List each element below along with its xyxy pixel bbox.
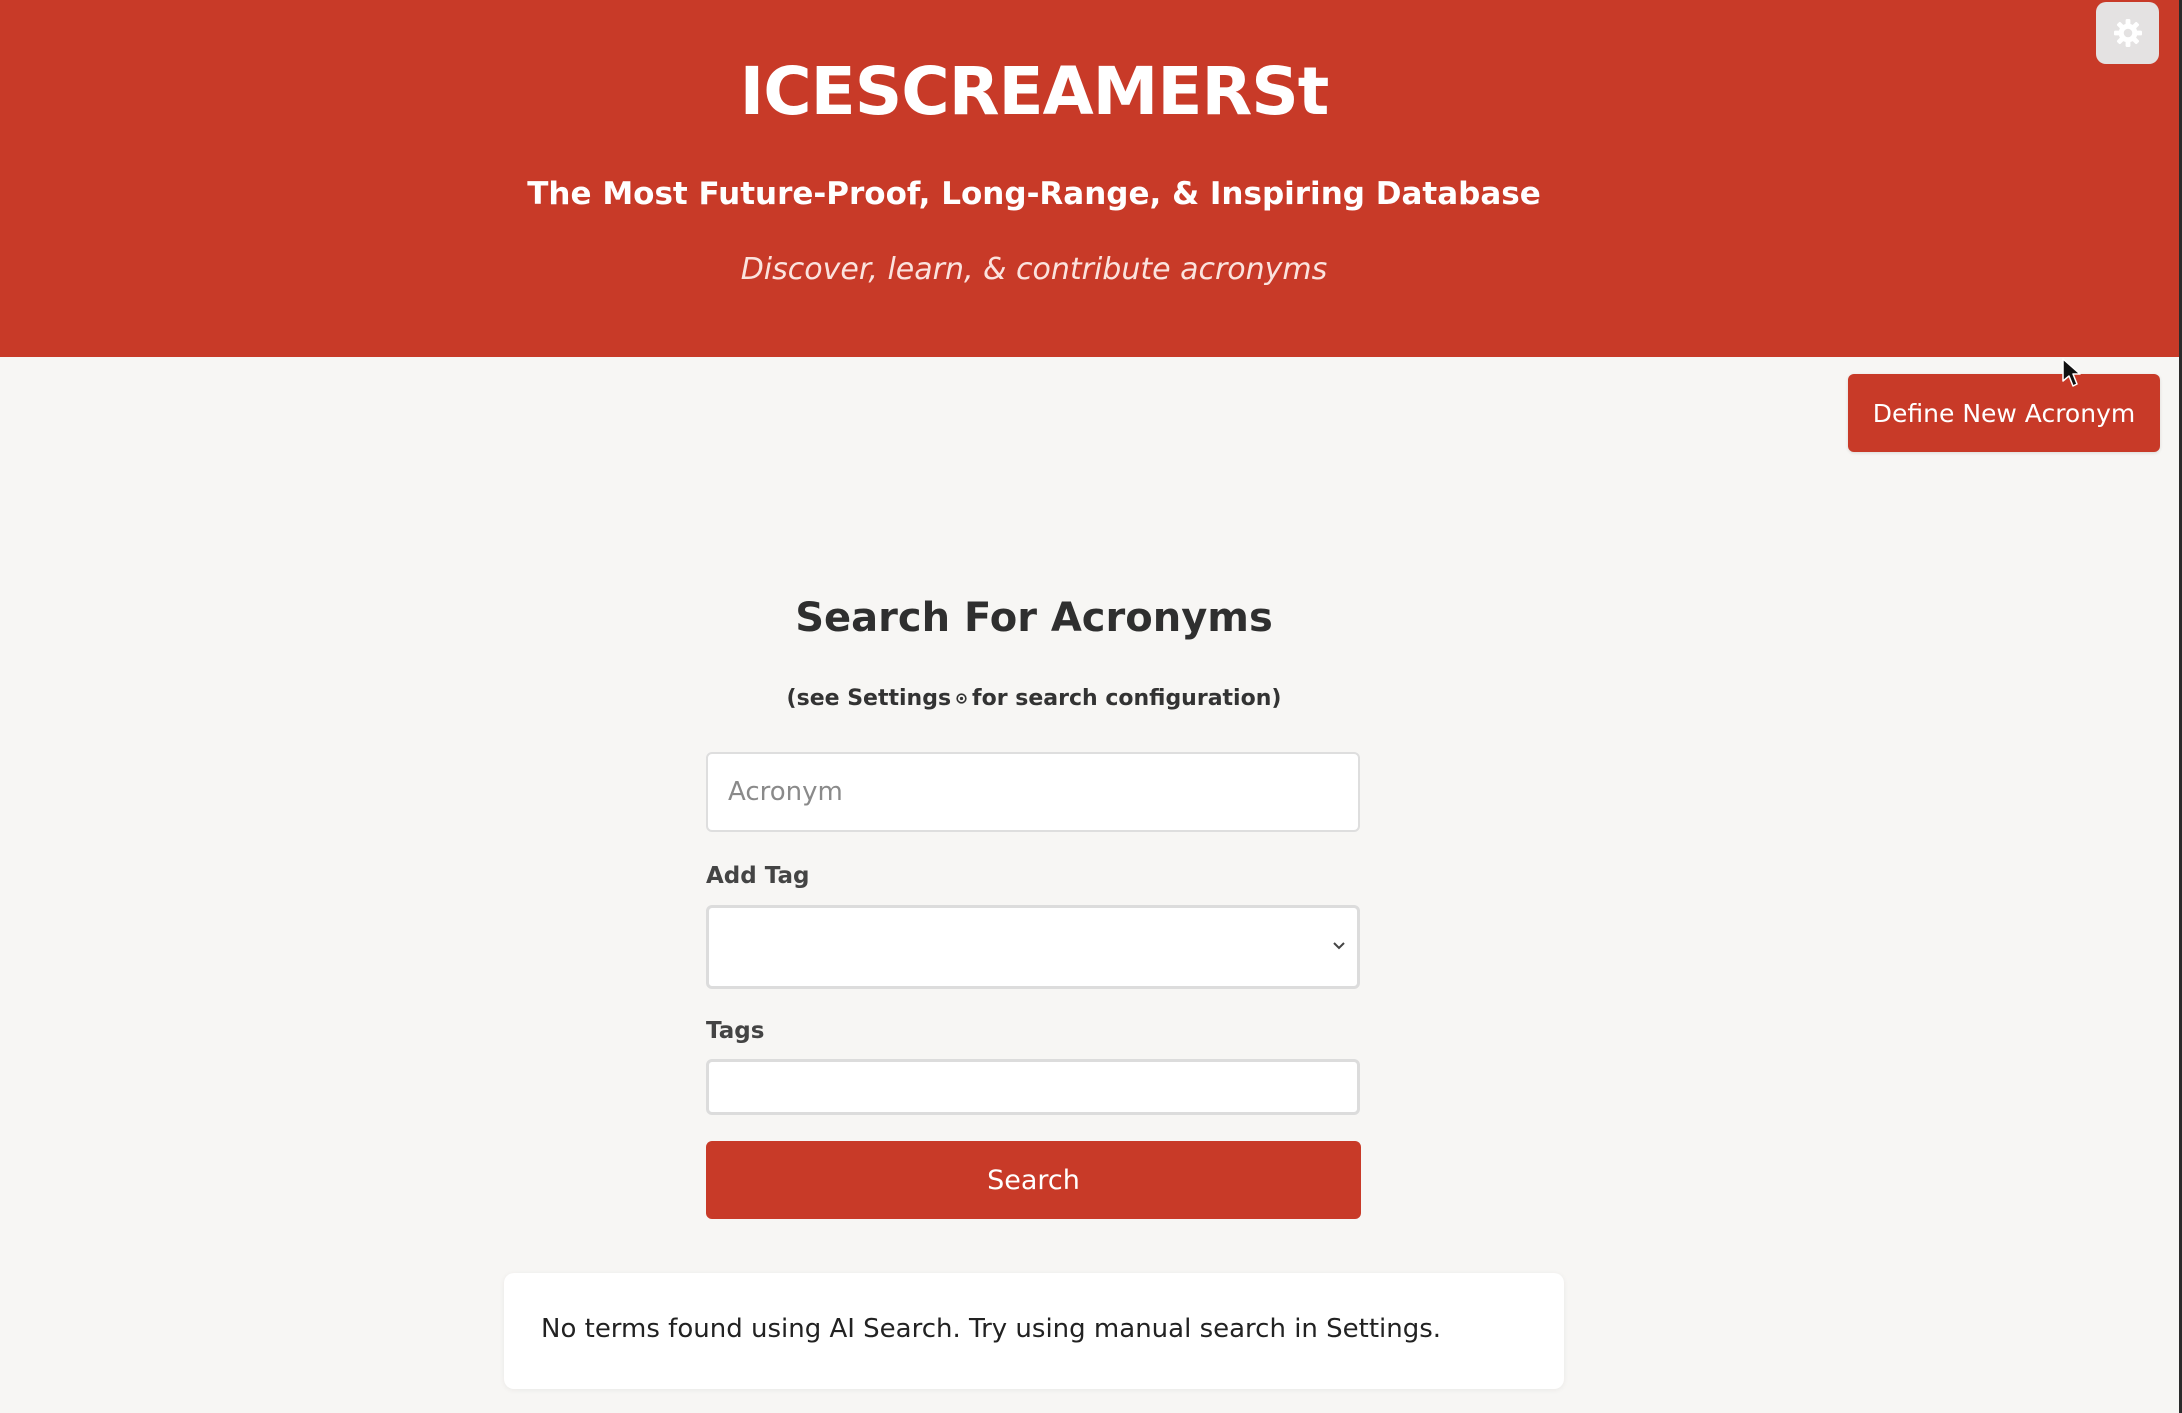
gear-icon <box>955 682 968 716</box>
add-tag-label: Add Tag <box>706 863 810 889</box>
search-hint-prefix: (see Settings <box>786 686 952 711</box>
gear-icon <box>2113 19 2142 47</box>
app-subtitle: The Most Future-Proof, Long-Range, & Ins… <box>527 176 1541 212</box>
hero-banner: ICESCREAMERSt The Most Future-Proof, Lon… <box>0 0 2179 357</box>
search-hint-suffix: for search configuration) <box>972 686 1282 711</box>
app-tagline: Discover, learn, & contribute acronyms <box>740 252 1328 287</box>
tags-input[interactable] <box>706 1059 1360 1115</box>
tags-label: Tags <box>706 1018 765 1044</box>
add-tag-select[interactable] <box>706 905 1360 989</box>
define-new-acronym-button[interactable]: Define New Acronym <box>1848 374 2160 452</box>
settings-button[interactable] <box>2096 2 2159 64</box>
search-button[interactable]: Search <box>706 1141 1361 1219</box>
mouse-pointer-icon <box>2062 358 2081 387</box>
search-heading: Search For Acronyms <box>795 595 1273 641</box>
chevron-down-icon <box>1333 942 1345 950</box>
acronym-search-input[interactable] <box>706 752 1360 832</box>
page: ICESCREAMERSt The Most Future-Proof, Lon… <box>0 0 2182 1413</box>
search-config-hint: (see Settings for search configuration) <box>0 682 2068 716</box>
no-results-message: No terms found using AI Search. Try usin… <box>541 1314 1442 1344</box>
search-results-card: No terms found using AI Search. Try usin… <box>504 1273 1564 1389</box>
app-title: ICESCREAMERSt <box>739 53 1330 130</box>
